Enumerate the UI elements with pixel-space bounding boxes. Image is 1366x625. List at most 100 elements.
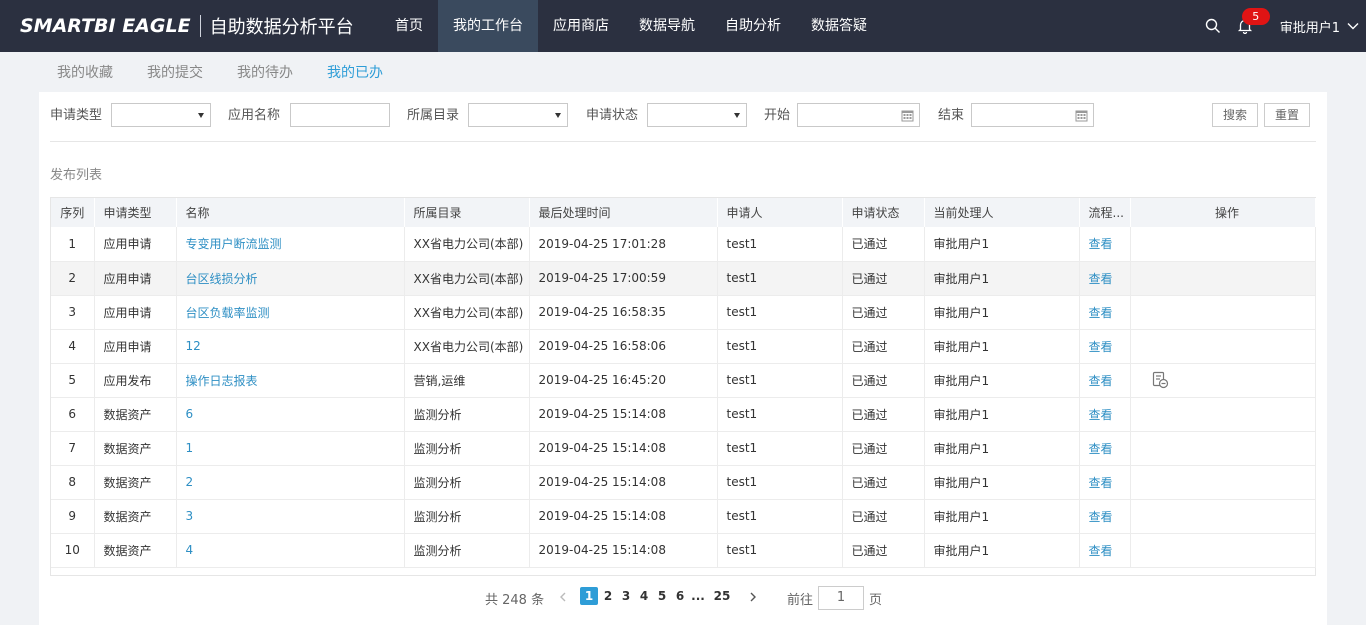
tab-submitted[interactable]: 我的提交 bbox=[130, 62, 220, 82]
cell-type: 数据资产 bbox=[94, 397, 177, 432]
cell-operation bbox=[1130, 499, 1316, 534]
cell-seq: 3 bbox=[51, 295, 95, 330]
goto-page-input[interactable]: 1 bbox=[818, 586, 864, 610]
prev-page-icon[interactable] bbox=[557, 590, 569, 604]
cell-name-link[interactable]: 12 bbox=[186, 339, 201, 353]
table-row: 5 应用发布 操作日志报表 营销,运维 2019-04-25 16:45:20 test1… bbox=[51, 363, 1316, 398]
cell-name-link[interactable]: 4 bbox=[186, 543, 194, 557]
filter-bar: 申请类型 应用名称 所属目录 申请状态 开始 结束 搜索 重置 bbox=[50, 103, 1320, 129]
reset-button[interactable]: 重置 bbox=[1264, 103, 1310, 127]
view-flow-link[interactable]: 查看 bbox=[1089, 237, 1113, 251]
view-flow-link[interactable]: 查看 bbox=[1089, 340, 1113, 354]
cell-name-link[interactable]: 台区线损分析 bbox=[186, 272, 258, 286]
view-flow-link[interactable]: 查看 bbox=[1089, 306, 1113, 320]
tab-favorites[interactable]: 我的收藏 bbox=[40, 62, 130, 82]
page-ellipsis[interactable]: ... bbox=[689, 587, 707, 605]
view-flow-link[interactable]: 查看 bbox=[1089, 374, 1113, 388]
status-select[interactable] bbox=[647, 103, 747, 127]
col-name: 名称 bbox=[176, 198, 405, 227]
table-row: 9 数据资产 3 监测分析 2019-04-25 15:14:08 test1 已通过 审批用… bbox=[51, 499, 1316, 534]
user-name[interactable]: 审批用户1 bbox=[1280, 17, 1340, 36]
page-number[interactable]: 4 bbox=[635, 587, 653, 605]
cell-type: 应用申请 bbox=[94, 329, 177, 364]
view-flow-link[interactable]: 查看 bbox=[1089, 544, 1113, 558]
table-row: 3 应用申请 台区负载率监测 XX省电力公司(本部) 2019-04-25 16:58:… bbox=[51, 295, 1316, 330]
nav-item-self-analysis[interactable]: 自助分析 bbox=[710, 0, 796, 52]
start-date-input[interactable] bbox=[797, 103, 920, 127]
view-flow-link[interactable]: 查看 bbox=[1089, 510, 1113, 524]
view-flow-link[interactable]: 查看 bbox=[1089, 272, 1113, 286]
cell-seq: 8 bbox=[51, 465, 95, 500]
cell-handler: 审批用户1 bbox=[924, 329, 1080, 364]
page-number[interactable]: 25 bbox=[713, 587, 731, 605]
type-select[interactable] bbox=[111, 103, 211, 127]
col-status: 申请状态 bbox=[842, 198, 925, 227]
page-number[interactable]: 2 bbox=[599, 587, 617, 605]
cell-applicant: test1 bbox=[717, 397, 843, 432]
table-row: 6 数据资产 6 监测分析 2019-04-25 15:14:08 test1 已通过 审批用… bbox=[51, 397, 1316, 432]
cell-name-link[interactable]: 1 bbox=[186, 441, 194, 455]
app-name-input[interactable] bbox=[290, 103, 390, 127]
top-right-tools: 5 审批用户1 bbox=[1200, 0, 1366, 52]
cell-handler: 审批用户1 bbox=[924, 499, 1080, 534]
search-icon[interactable] bbox=[1200, 13, 1226, 39]
cell-catalog: XX省电力公司(本部) bbox=[404, 329, 530, 364]
chevron-down-icon[interactable] bbox=[1346, 19, 1360, 33]
cell-catalog: 营销,运维 bbox=[404, 363, 530, 398]
brand[interactable]: SMARTBI EAGLE 自助数据分析平台 bbox=[0, 0, 380, 52]
view-flow-link[interactable]: 查看 bbox=[1089, 442, 1113, 456]
cell-type: 数据资产 bbox=[94, 499, 177, 534]
cell-catalog: 监测分析 bbox=[404, 397, 530, 432]
nav-item-workbench[interactable]: 我的工作台 bbox=[438, 0, 538, 52]
search-button[interactable]: 搜索 bbox=[1212, 103, 1258, 127]
cell-handler: 审批用户1 bbox=[924, 431, 1080, 466]
cell-name-link[interactable]: 6 bbox=[186, 407, 194, 421]
tab-done[interactable]: 我的已办 bbox=[310, 62, 400, 82]
nav-item-data-qa[interactable]: 数据答疑 bbox=[796, 0, 882, 52]
bell-icon[interactable]: 5 bbox=[1232, 8, 1270, 39]
view-flow-link-cell: 查看 bbox=[1079, 397, 1131, 432]
cell-name-link[interactable]: 台区负载率监测 bbox=[186, 306, 270, 320]
page-number[interactable]: 6 bbox=[671, 587, 689, 605]
cell-status: 已通过 bbox=[842, 227, 925, 262]
page-number[interactable]: 3 bbox=[617, 587, 635, 605]
page-suffix: 页 bbox=[869, 593, 883, 608]
cell-type: 应用申请 bbox=[94, 295, 177, 330]
cell-time: 2019-04-25 16:58:35 bbox=[529, 295, 718, 330]
revoke-publish-icon[interactable] bbox=[1151, 371, 1169, 389]
view-flow-link-cell: 查看 bbox=[1079, 329, 1131, 364]
cell-name-link[interactable]: 2 bbox=[186, 475, 194, 489]
next-page-icon[interactable] bbox=[747, 590, 759, 604]
page-number[interactable]: 5 bbox=[653, 587, 671, 605]
cell-name-link-cell: 台区负载率监测 bbox=[176, 295, 405, 330]
nav-item-app-store[interactable]: 应用商店 bbox=[538, 0, 624, 52]
cell-handler: 审批用户1 bbox=[924, 465, 1080, 500]
cell-handler: 审批用户1 bbox=[924, 397, 1080, 432]
cell-status: 已通过 bbox=[842, 397, 925, 432]
cell-name-link[interactable]: 3 bbox=[186, 509, 194, 523]
col-handler: 当前处理人 bbox=[924, 198, 1080, 227]
type-label: 申请类型 bbox=[50, 108, 103, 123]
cell-time: 2019-04-25 16:58:06 bbox=[529, 329, 718, 364]
calendar-icon[interactable] bbox=[901, 109, 914, 122]
end-date-input[interactable] bbox=[971, 103, 1094, 127]
view-flow-link-cell: 查看 bbox=[1079, 465, 1131, 500]
cell-applicant: test1 bbox=[717, 295, 843, 330]
cell-operation bbox=[1130, 329, 1316, 364]
nav-item-data-navigation[interactable]: 数据导航 bbox=[624, 0, 710, 52]
cell-applicant: test1 bbox=[717, 329, 843, 364]
tab-todo[interactable]: 我的待办 bbox=[220, 62, 310, 82]
view-flow-link[interactable]: 查看 bbox=[1089, 408, 1113, 422]
page-number[interactable]: 1 bbox=[580, 587, 598, 605]
view-flow-link-cell: 查看 bbox=[1079, 261, 1131, 296]
catalog-select[interactable] bbox=[468, 103, 568, 127]
cell-name-link[interactable]: 专变用户断流监测 bbox=[186, 237, 282, 251]
cell-applicant: test1 bbox=[717, 431, 843, 466]
col-time: 最后处理时间 bbox=[529, 198, 718, 227]
calendar-icon[interactable] bbox=[1075, 109, 1088, 122]
nav-item-home[interactable]: 首页 bbox=[380, 0, 438, 52]
caret-down-icon bbox=[198, 113, 204, 118]
cell-seq: 6 bbox=[51, 397, 95, 432]
view-flow-link[interactable]: 查看 bbox=[1089, 476, 1113, 490]
cell-name-link[interactable]: 操作日志报表 bbox=[186, 374, 258, 388]
